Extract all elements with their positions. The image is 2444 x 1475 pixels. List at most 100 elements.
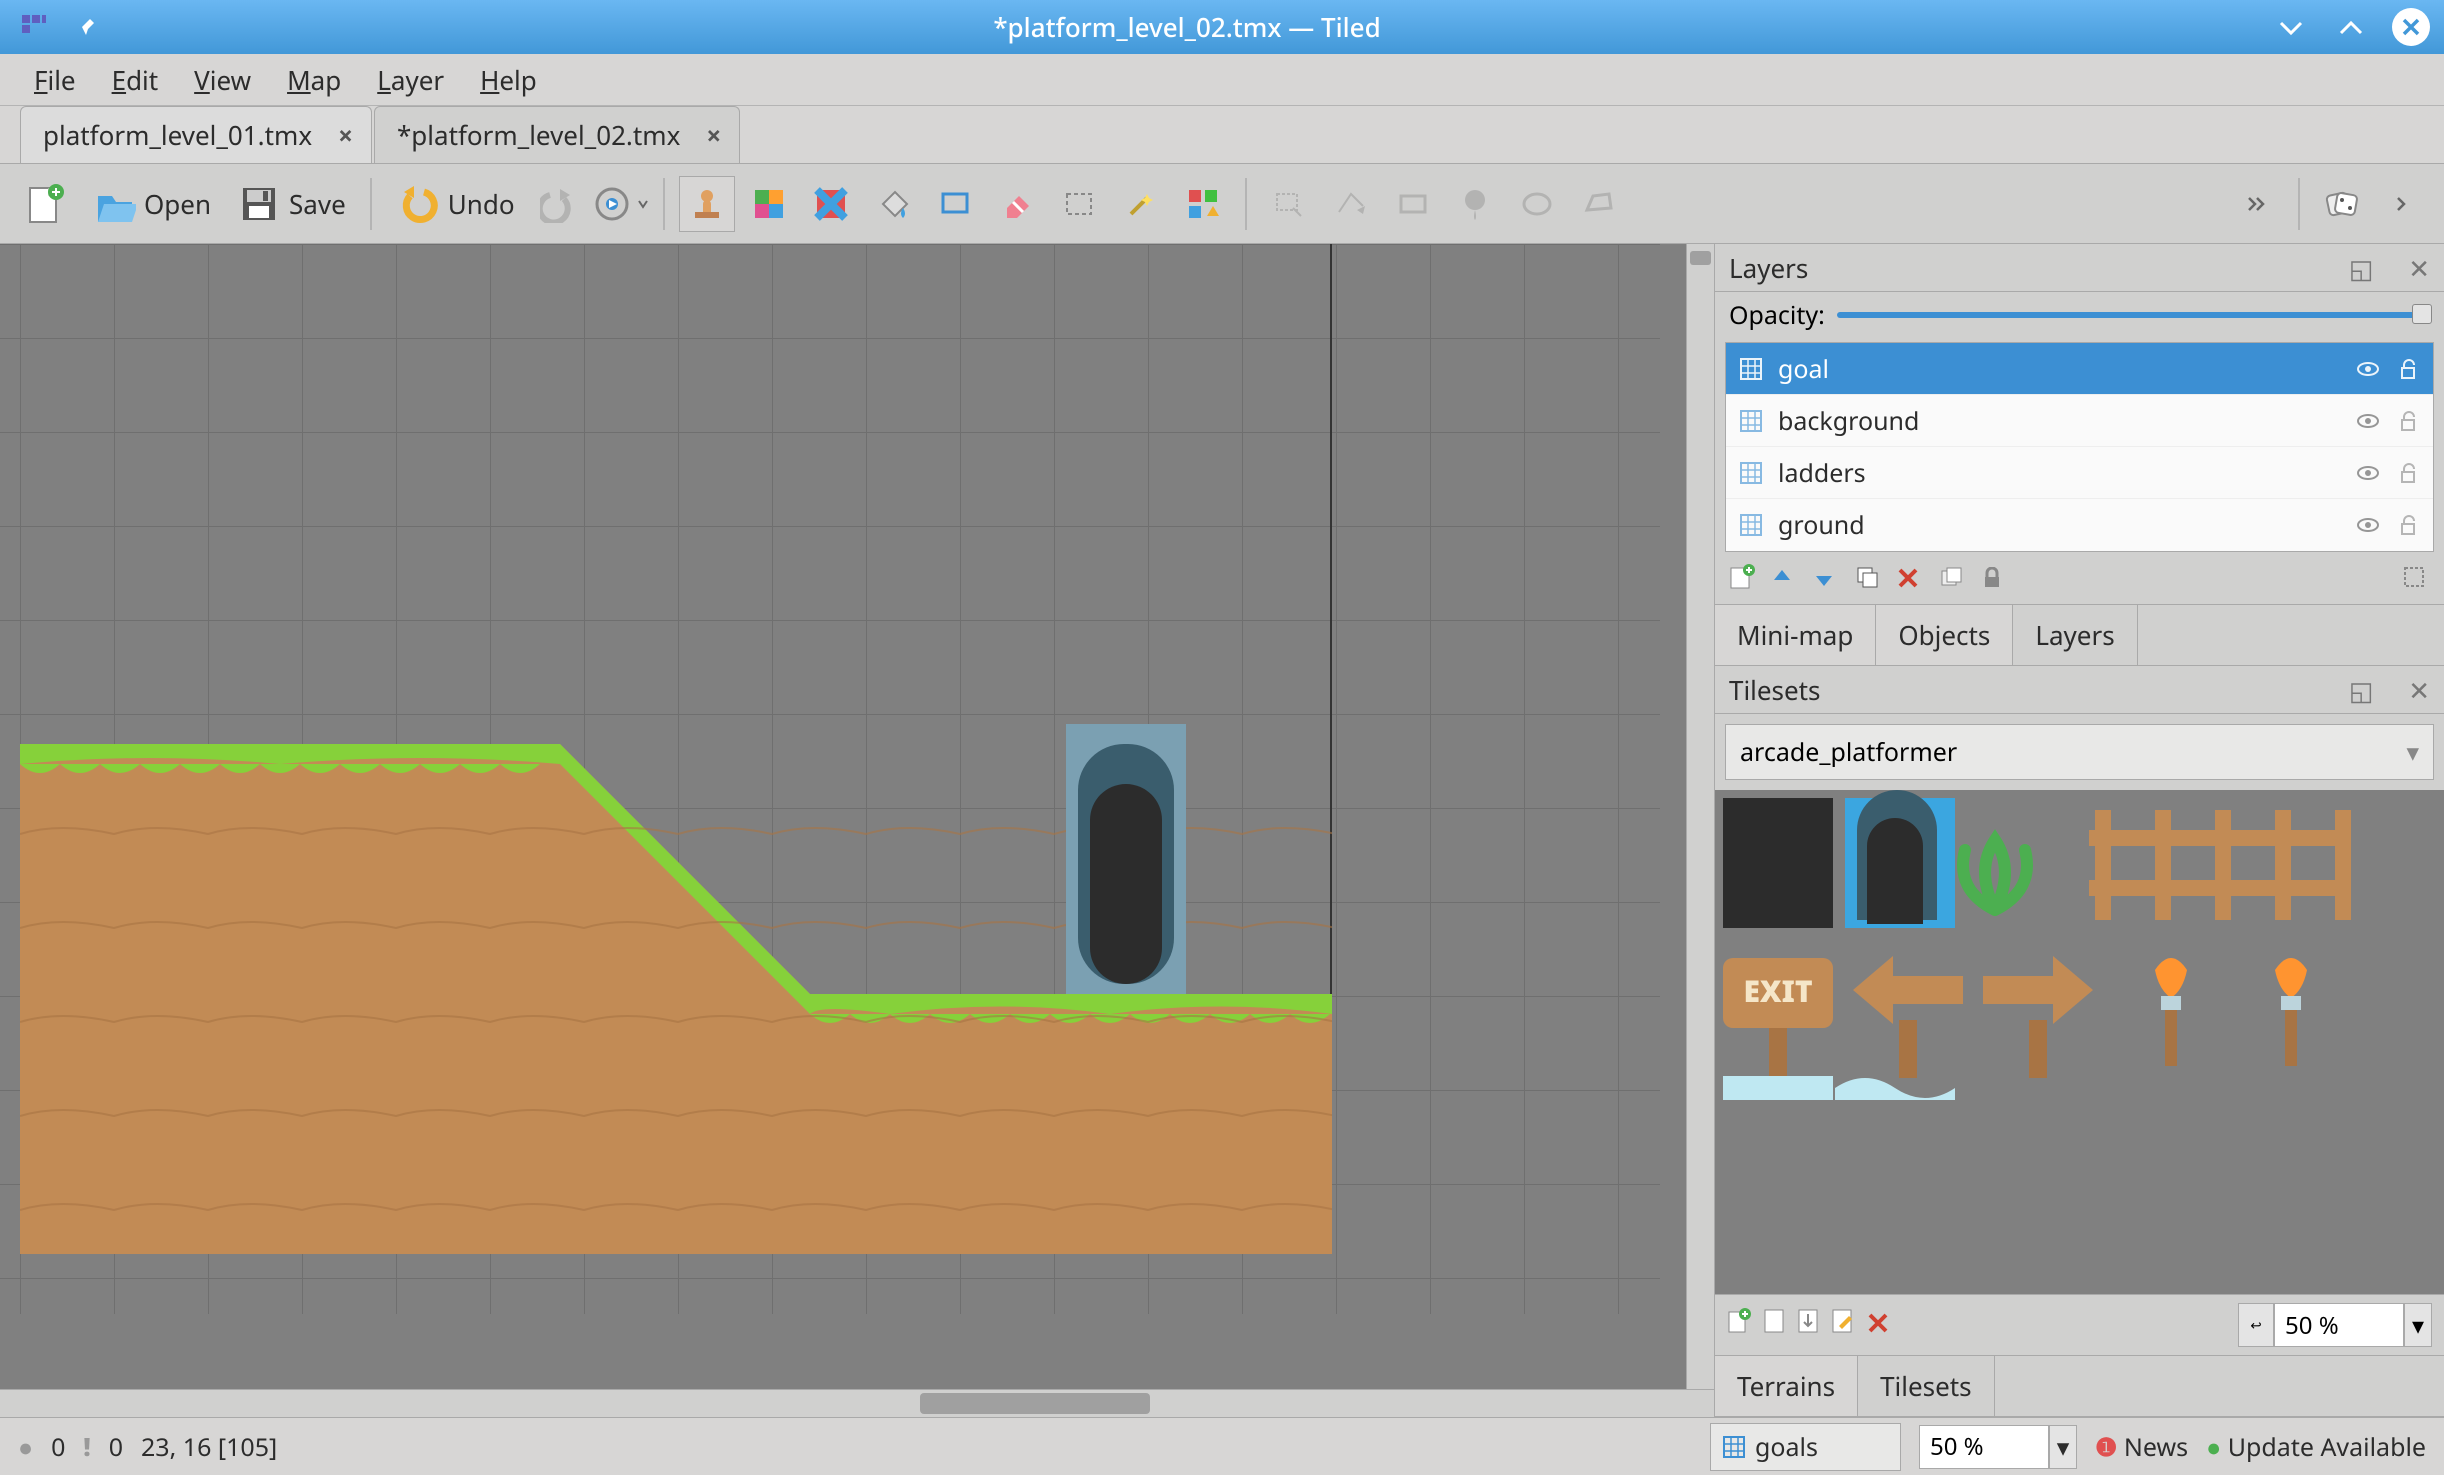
menu-edit[interactable]: Edit (112, 62, 159, 98)
chevron-down-icon[interactable]: ▾ (2404, 1303, 2432, 1347)
rectangle-select-tool[interactable] (1051, 176, 1107, 232)
other-layers-icon[interactable] (1939, 564, 1967, 592)
close-icon[interactable]: ✕ (2408, 250, 2430, 286)
open-button[interactable]: Open (82, 176, 221, 232)
insert-point-tool[interactable] (1447, 176, 1503, 232)
move-layer-down-icon[interactable] (1813, 564, 1841, 592)
edit-tileset-icon[interactable] (1831, 1308, 1855, 1342)
window-title: *platform_level_02.tmx — Tiled (102, 9, 2272, 45)
close-icon[interactable]: ✕ (2408, 672, 2430, 708)
tab-platform-level-01[interactable]: platform_level_01.tmx × (20, 106, 372, 163)
select-same-tile-tool[interactable] (1175, 176, 1231, 232)
export-tileset-icon[interactable] (1797, 1308, 1819, 1342)
opacity-slider[interactable]: Opacity: (1715, 292, 2444, 342)
visibility-icon[interactable] (2355, 356, 2381, 382)
tileset-zoom-input[interactable] (2274, 1303, 2404, 1347)
maximize-button[interactable] (2332, 8, 2370, 46)
undock-icon[interactable]: ◱ (2349, 672, 2374, 708)
tab-tilesets[interactable]: Tilesets (1858, 1356, 1995, 1416)
visibility-icon[interactable] (2355, 460, 2381, 486)
highlight-current-layer-icon[interactable] (2402, 564, 2430, 592)
save-label: Save (289, 186, 346, 222)
menu-map[interactable]: Map (287, 62, 341, 98)
insert-rectangle-tool[interactable] (1385, 176, 1441, 232)
undo-button[interactable]: Undo (386, 176, 525, 232)
layer-row-background[interactable]: background (1726, 395, 2433, 447)
lock-icon[interactable] (2395, 512, 2421, 538)
tab-layers[interactable]: Layers (2013, 605, 2137, 665)
tile-layer-icon (1738, 460, 1764, 486)
minimize-button[interactable] (2272, 8, 2310, 46)
bucket-fill-tool[interactable] (865, 176, 921, 232)
menu-file[interactable]: File (34, 62, 76, 98)
map-canvas[interactable] (0, 244, 1686, 1389)
layer-tools (1715, 552, 2444, 604)
update-available-button[interactable]: ● Update Available (2206, 1430, 2426, 1464)
command-button[interactable] (593, 176, 649, 232)
delete-tileset-icon[interactable] (1867, 1309, 1889, 1342)
tab-terrains[interactable]: Terrains (1715, 1356, 1858, 1416)
select-objects-tool[interactable] (1261, 176, 1317, 232)
opacity-label: Opacity: (1729, 298, 1825, 332)
magic-wand-tool[interactable] (1113, 176, 1169, 232)
random-mode-button[interactable] (2314, 176, 2370, 232)
menu-view[interactable]: View (194, 62, 251, 98)
statusbar: ●0 !0 23, 16 [105] goals ▾ ❶ News ● Upda… (0, 1417, 2444, 1475)
warning-icon[interactable]: ! (83, 1430, 90, 1464)
chevron-down-icon[interactable]: ▾ (2049, 1425, 2077, 1469)
menubar: File Edit View Map Layer Help (0, 54, 2444, 106)
lock-icon[interactable] (2395, 356, 2421, 382)
shape-fill-tool[interactable] (927, 176, 983, 232)
save-button[interactable]: Save (227, 176, 356, 232)
stamp-tool[interactable] (679, 176, 735, 232)
new-tileset-icon[interactable] (1727, 1308, 1751, 1342)
move-layer-up-icon[interactable] (1771, 564, 1799, 592)
zoom-input[interactable] (1919, 1425, 2049, 1469)
tab-platform-level-02[interactable]: *platform_level_02.tmx × (374, 106, 740, 163)
tileset-selector[interactable]: arcade_platformer ▾ (1725, 724, 2434, 780)
new-button[interactable] (12, 176, 76, 232)
current-layer-dropdown[interactable]: goals (1710, 1423, 1901, 1471)
news-button[interactable]: ❶ News (2095, 1430, 2188, 1464)
delete-layer-icon[interactable] (1897, 564, 1925, 592)
close-icon[interactable]: × (338, 117, 353, 153)
close-button[interactable] (2392, 8, 2430, 46)
eraser-tool[interactable] (989, 176, 1045, 232)
layer-row-goal[interactable]: goal (1726, 343, 2433, 395)
tab-minimap[interactable]: Mini-map (1715, 605, 1876, 665)
duplicate-layer-icon[interactable] (1855, 564, 1883, 592)
zoom-reset-button[interactable]: ↩ (2238, 1303, 2274, 1347)
lock-icon[interactable] (2395, 460, 2421, 486)
visibility-icon[interactable] (2355, 512, 2381, 538)
wang-brush-tool[interactable] (803, 176, 859, 232)
more-tools[interactable] (2228, 176, 2284, 232)
document-tabs: platform_level_01.tmx × *platform_level_… (0, 106, 2444, 164)
titlebar: *platform_level_02.tmx — Tiled (0, 0, 2444, 54)
error-count: 0 (51, 1430, 65, 1464)
menu-help[interactable]: Help (480, 62, 537, 98)
horizontal-scrollbar[interactable] (0, 1389, 1714, 1417)
error-icon[interactable]: ● (18, 1430, 33, 1464)
pin-icon[interactable] (76, 13, 102, 41)
embed-tileset-icon[interactable] (1763, 1308, 1785, 1342)
lock-all-icon[interactable] (1981, 564, 2009, 592)
visibility-icon[interactable] (2355, 408, 2381, 434)
edit-polygons-tool[interactable] (1323, 176, 1379, 232)
layer-row-ground[interactable]: ground (1726, 499, 2433, 551)
redo-button[interactable] (531, 176, 587, 232)
layer-row-ladders[interactable]: ladders (1726, 447, 2433, 499)
tileset-view[interactable]: EXIT (1715, 790, 2444, 1294)
close-icon[interactable]: × (706, 117, 721, 153)
insert-ellipse-tool[interactable] (1509, 176, 1565, 232)
undock-icon[interactable]: ◱ (2349, 250, 2374, 286)
terrain-brush-tool[interactable] (741, 176, 797, 232)
more-tools-2[interactable] (2376, 176, 2432, 232)
lock-icon[interactable] (2395, 408, 2421, 434)
tab-label: *platform_level_02.tmx (397, 117, 680, 153)
insert-polygon-tool[interactable] (1571, 176, 1627, 232)
new-layer-icon[interactable] (1729, 564, 1757, 592)
vertical-scrollbar[interactable] (1686, 244, 1714, 1389)
menu-layer[interactable]: Layer (377, 62, 444, 98)
tab-objects[interactable]: Objects (1876, 605, 2013, 665)
layers-list: goal background ladders ground (1725, 342, 2434, 552)
